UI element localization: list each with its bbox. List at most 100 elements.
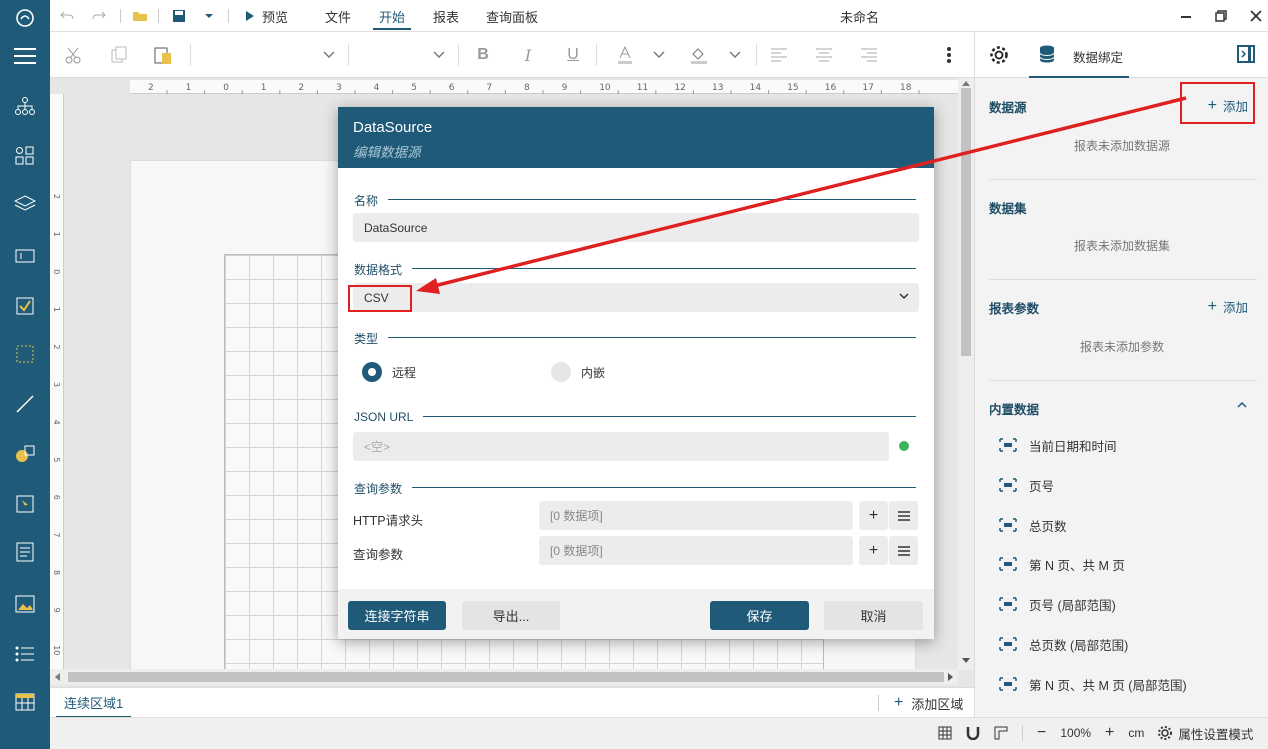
builtin-item[interactable]: 总页数: [999, 514, 1067, 536]
textbox-icon[interactable]: [0, 236, 50, 276]
pointer-icon[interactable]: [0, 484, 50, 524]
zoom-level[interactable]: 100%: [1060, 726, 1091, 740]
collapse-panel-icon[interactable]: [1237, 45, 1255, 63]
vertical-scrollbar[interactable]: [958, 78, 974, 670]
menu-home[interactable]: 开始: [372, 0, 412, 32]
http-header-input[interactable]: [0 数据项]: [539, 501, 853, 530]
status-dot: [899, 441, 909, 451]
ruler-icon[interactable]: [994, 726, 1008, 740]
underline-icon[interactable]: U: [558, 40, 588, 70]
zoom-in-icon[interactable]: +: [1105, 724, 1114, 742]
name-input[interactable]: DataSource: [353, 213, 919, 242]
component-icon[interactable]: [0, 136, 50, 176]
add-header-icon[interactable]: +: [859, 501, 888, 530]
horizontal-scroll-thumb[interactable]: [68, 672, 944, 682]
shape-icon[interactable]: [0, 434, 50, 474]
magnet-icon[interactable]: [966, 726, 980, 740]
menu-icon[interactable]: [0, 36, 50, 76]
add-param-button[interactable]: + 添加: [1208, 297, 1248, 316]
status-bar: − 100% + cm 属性设置模式: [50, 717, 1268, 749]
builtin-item[interactable]: 页号: [999, 474, 1054, 496]
align-center-icon[interactable]: [809, 40, 839, 70]
table-icon[interactable]: [0, 682, 50, 722]
plus-icon: +: [894, 694, 904, 711]
font-size-dropdown-icon[interactable]: [424, 40, 454, 70]
property-mode-button[interactable]: 属性设置模式: [1158, 724, 1253, 743]
chevron-up-icon[interactable]: [1237, 401, 1247, 408]
tree-icon[interactable]: [0, 86, 50, 126]
preview-button[interactable]: 预览: [246, 0, 288, 32]
undo-icon[interactable]: [60, 0, 74, 32]
fill-color-icon[interactable]: [684, 40, 714, 70]
builtin-item[interactable]: 当前日期和时间: [999, 434, 1117, 456]
align-left-icon[interactable]: [764, 40, 794, 70]
copy-icon[interactable]: [104, 40, 134, 70]
region-tab[interactable]: 连续区域1: [56, 688, 132, 718]
builtin-item[interactable]: 第 N 页、共 M 页 (局部范围): [999, 673, 1187, 695]
minimize-icon[interactable]: [1180, 0, 1192, 32]
ruler-tick-label: 13: [712, 83, 723, 93]
menu-file[interactable]: 文件: [325, 0, 351, 32]
url-input[interactable]: <空>: [353, 432, 889, 461]
query-param-list-icon[interactable]: [889, 536, 918, 565]
open-folder-icon[interactable]: [132, 0, 148, 32]
ruler-tick-label: 5: [411, 83, 417, 93]
italic-icon[interactable]: I: [513, 40, 543, 70]
scroll-left-icon[interactable]: [54, 673, 60, 681]
export-button[interactable]: 导出...: [462, 601, 560, 630]
format-select[interactable]: CSV: [353, 283, 919, 312]
header-list-icon[interactable]: [889, 501, 918, 530]
cancel-button[interactable]: 取消: [824, 601, 923, 630]
ruler-tick-label: 2: [52, 194, 61, 199]
close-icon[interactable]: [1250, 0, 1262, 32]
menu-query-panel[interactable]: 查询面板: [486, 0, 538, 32]
font-family-dropdown-icon[interactable]: [314, 40, 344, 70]
zoom-out-icon[interactable]: −: [1037, 724, 1046, 742]
builtin-item[interactable]: 总页数 (局部范围): [999, 633, 1128, 655]
ruler-tick-label: 2: [148, 83, 154, 93]
scroll-up-icon[interactable]: [962, 80, 970, 86]
query-param-input[interactable]: [0 数据项]: [539, 536, 853, 565]
builtin-item[interactable]: 页号 (局部范围): [999, 593, 1116, 615]
vertical-scroll-thumb[interactable]: [961, 88, 971, 356]
checkbox-icon[interactable]: [0, 286, 50, 326]
format-label: 数据格式: [354, 261, 413, 278]
horizontal-scrollbar[interactable]: [50, 669, 958, 685]
menu-report[interactable]: 报表: [433, 0, 459, 32]
font-color-dropdown-icon[interactable]: [644, 40, 674, 70]
richtext-icon[interactable]: [0, 532, 50, 572]
field-icon: [999, 438, 1017, 452]
add-query-param-icon[interactable]: +: [859, 536, 888, 565]
ruler-tick-label: 10: [599, 83, 611, 93]
list-icon[interactable]: [0, 634, 50, 674]
unit-selector[interactable]: cm: [1128, 726, 1144, 740]
scroll-right-icon[interactable]: [948, 673, 954, 681]
radio-remote[interactable]: 远程: [362, 362, 416, 382]
grid-toggle-icon[interactable]: [938, 726, 952, 740]
paste-icon[interactable]: [148, 40, 178, 70]
align-right-icon[interactable]: [854, 40, 884, 70]
save-button[interactable]: 保存: [710, 601, 809, 630]
redo-icon[interactable]: [92, 0, 106, 32]
radio-embedded[interactable]: 内嵌: [551, 362, 605, 382]
more-icon[interactable]: [934, 40, 964, 70]
fill-color-dropdown-icon[interactable]: [720, 40, 750, 70]
font-color-icon[interactable]: [610, 40, 640, 70]
tab-data-binding[interactable]: 数据绑定: [1029, 32, 1129, 78]
cut-icon[interactable]: [58, 40, 88, 70]
connection-string-button[interactable]: 连接字符串: [348, 601, 446, 630]
bold-icon[interactable]: B: [468, 40, 498, 70]
ruler-tick-label: 9: [562, 83, 568, 93]
save-icon[interactable]: [172, 0, 186, 32]
line-icon[interactable]: [0, 384, 50, 424]
layers-icon[interactable]: [0, 184, 50, 224]
gear-icon[interactable]: [989, 45, 1009, 65]
image-icon[interactable]: [0, 584, 50, 624]
restore-icon[interactable]: [1215, 0, 1227, 32]
save-dropdown-icon[interactable]: [204, 0, 214, 32]
scroll-down-icon[interactable]: [962, 658, 970, 664]
builtin-item[interactable]: 第 N 页、共 M 页: [999, 553, 1125, 575]
container-icon[interactable]: [0, 334, 50, 374]
add-region-button[interactable]: + 添加区域: [894, 688, 963, 718]
datasource-title: 数据源: [989, 101, 1027, 115]
